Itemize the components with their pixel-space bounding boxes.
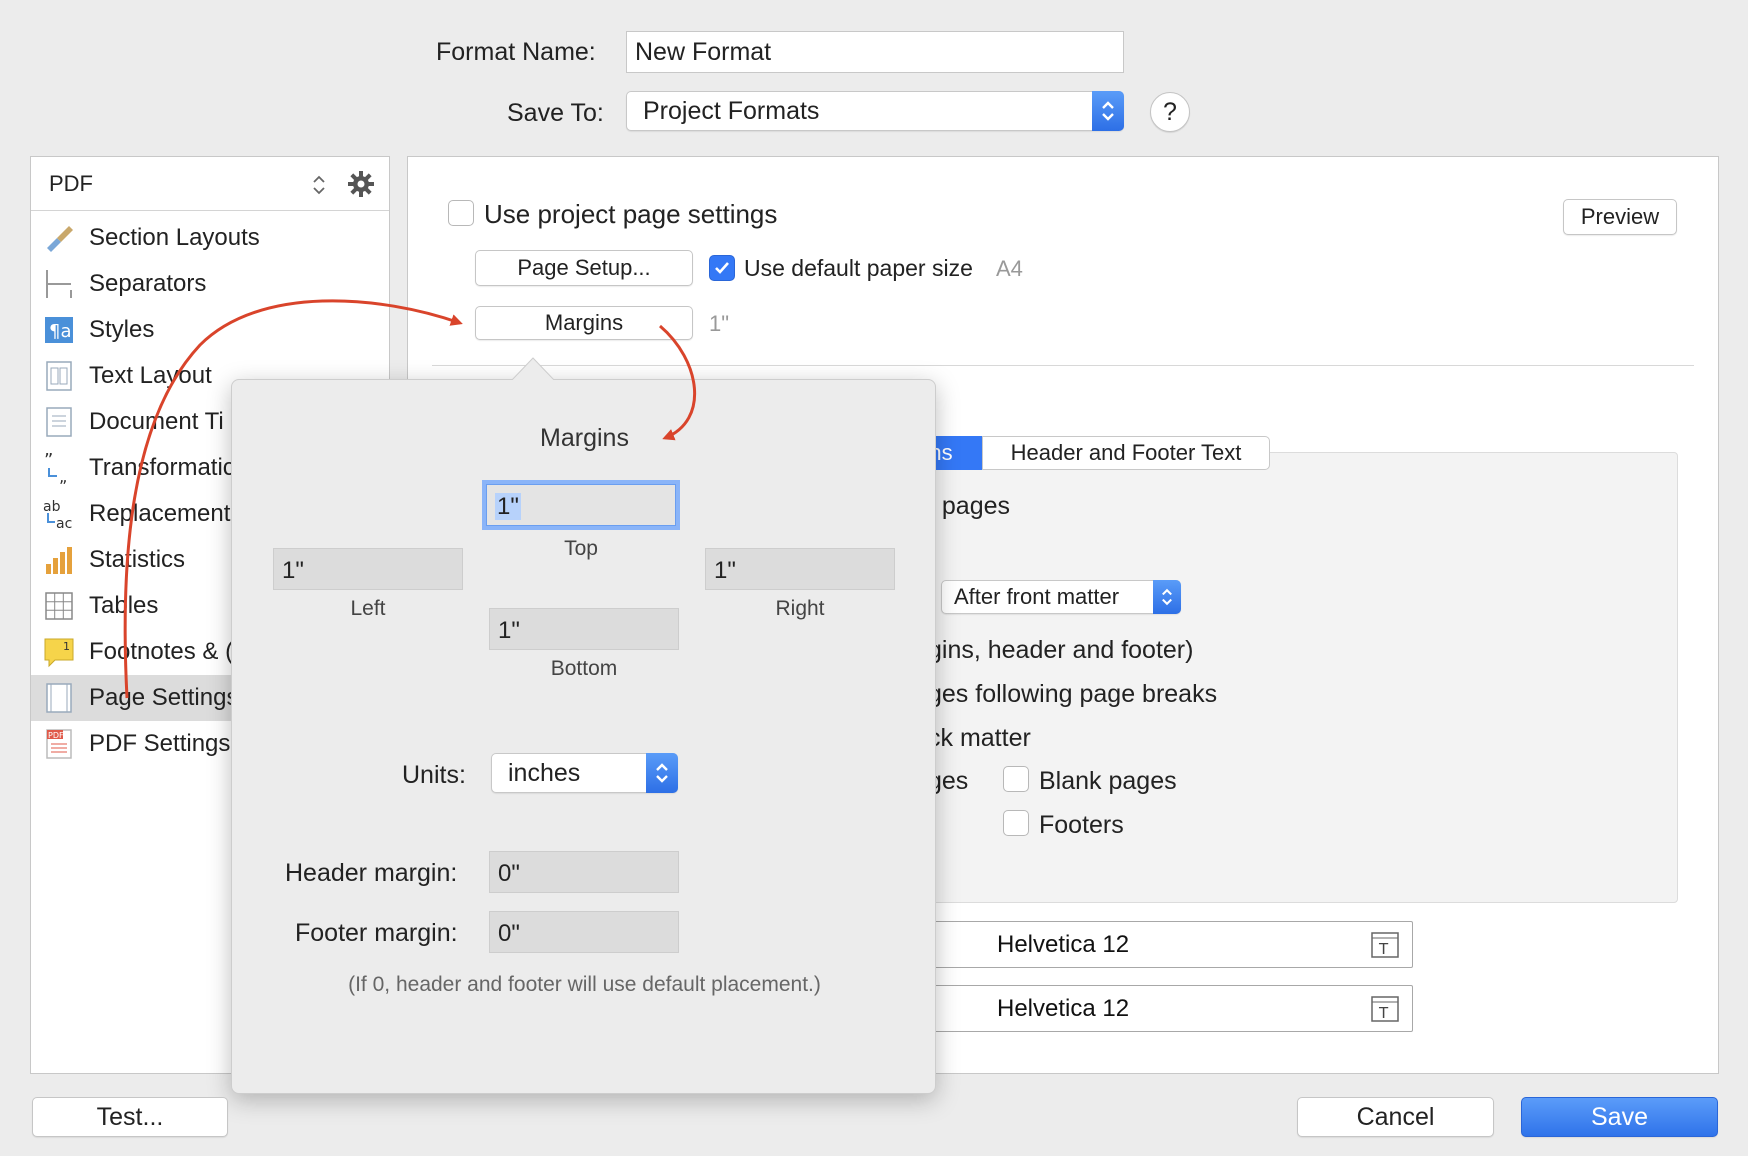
annotation-arrows (123, 299, 697, 699)
save-button[interactable]: Save (1521, 1097, 1718, 1137)
annotation-arrow-to-popover (659, 324, 697, 441)
test-button[interactable]: Test... (32, 1097, 228, 1137)
annotation-arrow-to-margins (123, 299, 463, 699)
cancel-button[interactable]: Cancel (1297, 1097, 1494, 1137)
